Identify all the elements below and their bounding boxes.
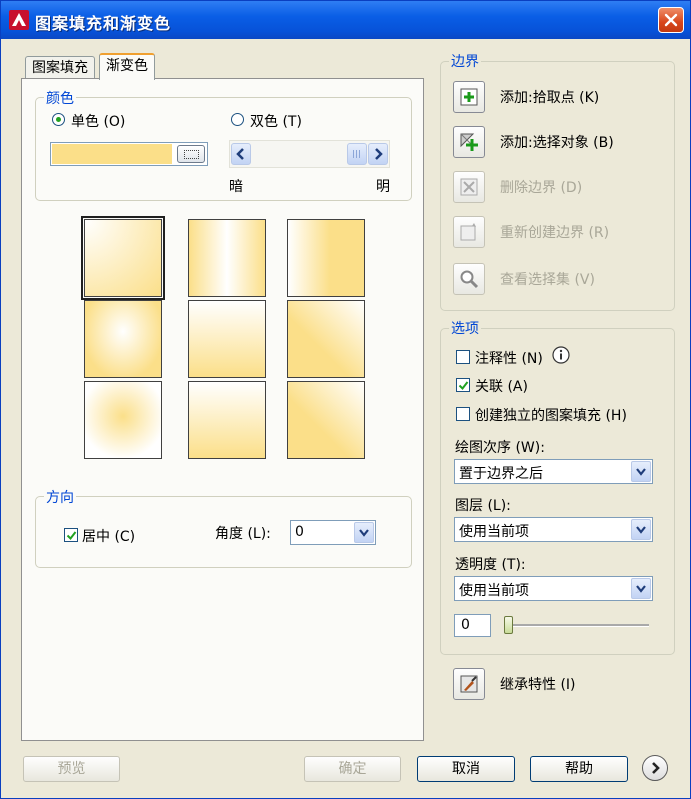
associative-label: 关联 (A) (475, 379, 528, 395)
center-label: 居中 (C) (82, 529, 136, 545)
color-swatch-fill (52, 144, 172, 164)
draw-order-label: 绘图次序 (W): (455, 440, 545, 456)
more-options-button[interactable] (642, 755, 668, 781)
angle-value: 0 (295, 524, 304, 540)
title-bar[interactable]: 图案填充和渐变色 (1, 1, 690, 39)
gradient-preview-invhemispherical[interactable] (188, 381, 266, 459)
layer-combo[interactable]: 使用当前项 (454, 517, 653, 542)
chevron-down-icon (636, 468, 646, 476)
recreate-boundary-label: 重新创建边界 (R) (500, 225, 610, 241)
view-selections-button[interactable] (453, 263, 485, 295)
single-color-radio[interactable] (52, 113, 65, 126)
remove-boundary-icon (460, 178, 478, 196)
magnifier-icon (460, 270, 479, 289)
color-picker-button[interactable] (177, 145, 205, 163)
chevron-down-icon (636, 526, 646, 534)
color-swatch[interactable] (50, 142, 208, 166)
chevron-left-icon (236, 148, 244, 160)
associative-checkbox[interactable] (456, 378, 470, 392)
draw-order-combo[interactable]: 置于边界之后 (454, 459, 653, 484)
angle-combo[interactable]: 0 (290, 520, 376, 545)
gradient-preview-invcurved[interactable] (287, 381, 365, 459)
select-objects-label: 添加:选择对象 (B) (500, 135, 614, 151)
draw-order-value: 置于边界之后 (459, 466, 543, 482)
gradient-preview-spherical[interactable] (84, 300, 162, 378)
remove-boundary-label: 删除边界 (D) (500, 180, 583, 196)
recreate-boundary-icon (460, 223, 476, 241)
recreate-boundary-button[interactable] (453, 216, 485, 248)
select-objects-button[interactable] (453, 126, 485, 158)
inherit-properties-label: 继承特性 (I) (500, 677, 576, 693)
preview-button[interactable]: 预览 (23, 756, 120, 782)
transparency-slider-track[interactable] (509, 624, 649, 627)
center-checkbox[interactable] (64, 528, 78, 542)
options-group-label: 选项 (449, 318, 481, 338)
tab-hatch[interactable]: 图案填充 (25, 56, 95, 80)
two-color-label: 双色 (T) (250, 114, 302, 130)
pick-point-icon (460, 88, 478, 106)
transparency-value: 使用当前项 (459, 583, 529, 599)
pick-point-label: 添加:拾取点 (K) (500, 90, 600, 106)
chevron-down-icon (359, 529, 369, 537)
help-button[interactable]: 帮助 (530, 756, 628, 782)
chevron-right-icon (375, 148, 383, 160)
tab-gradient[interactable]: 渐变色 (99, 53, 155, 80)
gradient-preview-hemispherical[interactable] (188, 300, 266, 378)
pick-point-button[interactable] (453, 81, 485, 113)
draw-order-dropdown-button[interactable] (631, 461, 651, 482)
gradient-preview-linear[interactable] (81, 216, 165, 300)
view-selections-label: 查看选择集 (V) (500, 272, 595, 288)
select-objects-icon (460, 133, 478, 151)
paintbrush-icon (460, 675, 478, 693)
angle-label: 角度 (L): (215, 526, 271, 542)
light-label: 明 (376, 179, 390, 195)
angle-dropdown-button[interactable] (354, 522, 374, 543)
close-icon (664, 13, 678, 27)
color-group-label: 颜色 (44, 88, 76, 108)
transparency-amount-value: 0 (461, 617, 470, 633)
autocad-app-icon (9, 10, 29, 30)
gradient-preview-cylinder[interactable] (188, 219, 266, 297)
transparency-combo[interactable]: 使用当前项 (454, 576, 653, 601)
separate-hatches-checkbox[interactable] (456, 407, 470, 421)
inherit-properties-button[interactable] (453, 668, 485, 700)
checkmark-icon (66, 531, 77, 541)
slider-thumb[interactable] (347, 143, 367, 165)
dark-label: 暗 (229, 179, 243, 195)
cancel-button[interactable]: 取消 (417, 756, 515, 782)
chevron-right-icon (652, 762, 660, 774)
chevron-down-icon (636, 585, 646, 593)
direction-group-label: 方向 (44, 487, 76, 507)
shade-tint-slider[interactable] (229, 140, 390, 168)
gradient-preview-invspherical[interactable] (84, 381, 162, 459)
slider-right-button[interactable] (368, 143, 388, 165)
transparency-slider-thumb[interactable] (504, 616, 513, 634)
info-icon[interactable] (552, 346, 570, 364)
two-color-radio[interactable] (231, 113, 244, 126)
window-title: 图案填充和渐变色 (35, 14, 172, 33)
hatch-gradient-dialog: 图案填充和渐变色 图案填充 渐变色 颜色 单色 (O) 双色 (T) 暗 明 方… (0, 0, 691, 799)
single-color-label: 单色 (O) (71, 114, 126, 130)
close-button[interactable] (658, 7, 684, 33)
transparency-amount-input[interactable]: 0 (454, 614, 491, 637)
ok-button[interactable]: 确定 (304, 756, 401, 782)
boundary-group-label: 边界 (449, 51, 481, 71)
slider-left-button[interactable] (231, 143, 251, 165)
gradient-preview-invcylinder[interactable] (287, 219, 365, 297)
checkmark-icon (458, 381, 469, 391)
annotative-label: 注释性 (N) (475, 351, 543, 367)
layer-value: 使用当前项 (459, 524, 529, 540)
gradient-preview-curved[interactable] (287, 300, 365, 378)
layer-label: 图层 (L): (455, 498, 511, 514)
annotative-checkbox[interactable] (456, 350, 470, 364)
transparency-label: 透明度 (T): (455, 557, 526, 573)
remove-boundary-button[interactable] (453, 171, 485, 203)
layer-dropdown-button[interactable] (631, 519, 651, 540)
transparency-dropdown-button[interactable] (631, 578, 651, 599)
separate-hatches-label: 创建独立的图案填充 (H) (475, 408, 627, 424)
